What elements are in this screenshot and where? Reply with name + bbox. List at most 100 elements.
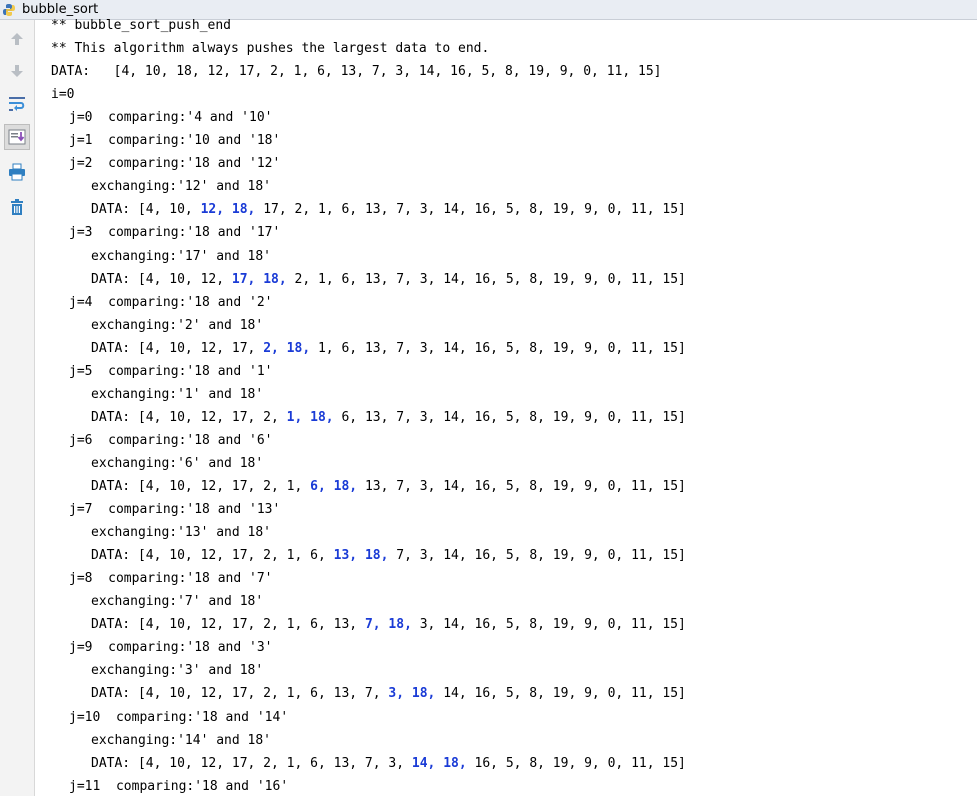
- console-text: 7, 3, 14, 16, 5, 8, 19, 9, 0, 11, 15]: [388, 548, 686, 564]
- swapped-values: 6, 18,: [310, 479, 358, 494]
- swapped-values: 2, 18,: [263, 340, 311, 356]
- swapped-values: 1, 18,: [286, 409, 334, 425]
- console-text: DATA: [4, 10, 12, 17, 2, 1, 6,: [91, 548, 334, 564]
- console-line: ** This algorithm always pushes the larg…: [51, 41, 489, 57]
- clear-all-button[interactable]: [4, 194, 30, 220]
- console-line: DATA: [4, 10, 12, 17, 2, 18, 1, 6, 13, 7…: [91, 341, 686, 357]
- console-line: j=7 comparing:'18 and '13': [69, 502, 280, 518]
- console-text: DATA: [4, 10, 18, 12, 17, 2, 1, 6, 13, 7…: [51, 64, 662, 80]
- console-line: j=0 comparing:'4 and '10': [69, 110, 273, 126]
- console-line: exchanging:'17' and 18': [91, 249, 271, 265]
- console-line: j=5 comparing:'18 and '1': [69, 364, 273, 380]
- console-line: i=0: [51, 87, 74, 103]
- console-text: i=0: [51, 87, 75, 103]
- console-line: j=9 comparing:'18 and '3': [69, 640, 273, 656]
- console-text: exchanging:'3' and 18': [91, 663, 264, 679]
- console-line: DATA: [4, 10, 18, 12, 17, 2, 1, 6, 13, 7…: [51, 64, 661, 80]
- console-text: ** This algorithm always pushes the larg…: [51, 41, 490, 57]
- console-text: 17, 2, 1, 6, 13, 7, 3, 14, 16, 5, 8, 19,…: [255, 202, 686, 218]
- console-text: j=4 comparing:'18 and '2': [69, 294, 273, 310]
- console-line: j=2 comparing:'18 and '12': [69, 156, 280, 172]
- console-text: 14, 16, 5, 8, 19, 9, 0, 11, 15]: [435, 686, 686, 702]
- console-text: 3, 14, 16, 5, 8, 19, 9, 0, 11, 15]: [411, 617, 686, 633]
- console-text: j=6 comparing:'18 and '6': [69, 432, 273, 448]
- soft-wrap-icon: [9, 97, 25, 111]
- console-text: DATA: [4, 10,: [91, 202, 201, 218]
- console-text: ** bubble_sort_push_end: [51, 18, 232, 33]
- console-line: j=11 comparing:'18 and '16': [69, 779, 288, 795]
- console-line: j=4 comparing:'18 and '2': [69, 295, 273, 311]
- console-text: j=0 comparing:'4 and '10': [69, 110, 273, 126]
- console-text: exchanging:'13' and 18': [91, 525, 272, 541]
- console-text: j=5 comparing:'18 and '1': [69, 363, 273, 379]
- console-line: ** bubble_sort_push_end: [51, 18, 231, 34]
- up-arrow-icon: [11, 33, 23, 45]
- console-text: exchanging:'7' and 18': [91, 594, 264, 610]
- console-text: j=8 comparing:'18 and '7': [69, 571, 273, 587]
- window-title: bubble_sort: [22, 2, 99, 17]
- trash-icon: [11, 199, 23, 215]
- swapped-values: 3, 18,: [388, 686, 436, 702]
- console-line: DATA: [4, 10, 12, 17, 2, 1, 6, 18, 13, 7…: [91, 479, 686, 495]
- console-text: exchanging:'1' and 18': [91, 386, 264, 402]
- down-arrow-icon: [11, 65, 23, 77]
- console-text: exchanging:'2' and 18': [91, 317, 264, 333]
- console-text: j=11 comparing:'18 and '16': [69, 778, 289, 794]
- console-text: 16, 5, 8, 19, 9, 0, 11, 15]: [466, 755, 686, 771]
- console-toolbar: [0, 20, 35, 796]
- console-line: DATA: [4, 10, 12, 17, 2, 1, 6, 13, 7, 3,…: [91, 686, 686, 702]
- console-text: j=9 comparing:'18 and '3': [69, 640, 273, 656]
- console-text: 6, 13, 7, 3, 14, 16, 5, 8, 19, 9, 0, 11,…: [333, 409, 686, 425]
- console-line: j=6 comparing:'18 and '6': [69, 433, 273, 449]
- console-text: j=2 comparing:'18 and '12': [69, 156, 281, 172]
- up-arrow-button[interactable]: [4, 26, 30, 52]
- print-icon: [9, 163, 25, 181]
- console-line: DATA: [4, 10, 12, 17, 2, 1, 6, 13, 7, 3,…: [91, 756, 686, 772]
- console-line: DATA: [4, 10, 12, 17, 2, 1, 18, 6, 13, 7…: [91, 410, 686, 426]
- console-text: j=7 comparing:'18 and '13': [69, 502, 281, 518]
- swapped-values: 14, 18,: [411, 755, 467, 771]
- scroll-to-end-button[interactable]: [4, 124, 30, 150]
- console-text: exchanging:'17' and 18': [91, 248, 272, 264]
- console-text: j=1 comparing:'10 and '18': [69, 133, 281, 149]
- swapped-values: 13, 18,: [333, 548, 389, 564]
- console-line: DATA: [4, 10, 12, 17, 2, 1, 6, 13, 7, 18…: [91, 617, 686, 633]
- console-text: 1, 6, 13, 7, 3, 14, 16, 5, 8, 19, 9, 0, …: [310, 340, 686, 356]
- console-text: 2, 1, 6, 13, 7, 3, 14, 16, 5, 8, 19, 9, …: [286, 271, 686, 287]
- console-line: exchanging:'13' and 18': [91, 525, 271, 541]
- console-text: 13, 7, 3, 14, 16, 5, 8, 19, 9, 0, 11, 15…: [357, 479, 686, 494]
- console-line: j=8 comparing:'18 and '7': [69, 571, 273, 587]
- console-line: j=1 comparing:'10 and '18': [69, 133, 280, 149]
- console-line: exchanging:'12' and 18': [91, 179, 271, 195]
- console-line: DATA: [4, 10, 12, 17, 18, 2, 1, 6, 13, 7…: [91, 272, 686, 288]
- swapped-values: 17, 18,: [231, 271, 287, 287]
- console-line: exchanging:'1' and 18': [91, 387, 263, 403]
- print-button[interactable]: [4, 159, 30, 185]
- console-text: exchanging:'12' and 18': [91, 179, 272, 195]
- console-line: DATA: [4, 10, 12, 17, 2, 1, 6, 13, 18, 7…: [91, 548, 686, 564]
- console-line: exchanging:'3' and 18': [91, 663, 263, 679]
- swapped-values: 12, 18,: [200, 202, 256, 218]
- scroll-to-end-icon: [8, 129, 26, 145]
- console-text: j=10 comparing:'18 and '14': [69, 709, 289, 725]
- console-text: exchanging:'14' and 18': [91, 732, 272, 748]
- python-icon: [3, 4, 15, 16]
- console-line: j=3 comparing:'18 and '17': [69, 225, 280, 241]
- console-line: exchanging:'6' and 18': [91, 456, 263, 472]
- console-text: DATA: [4, 10, 12, 17, 2, 1, 6, 13,: [91, 617, 365, 633]
- console-text: DATA: [4, 10, 12, 17, 2, 1, 6, 13, 7, 3,: [91, 755, 412, 771]
- console-text: DATA: [4, 10, 12, 17, 2, 1,: [91, 479, 311, 494]
- console-output[interactable]: ** bubble_sort_push_end ** This algorithm…: [51, 18, 977, 796]
- console-line: exchanging:'7' and 18': [91, 594, 263, 610]
- console-text: DATA: [4, 10, 12, 17, 2, 1, 6, 13, 7,: [91, 686, 389, 702]
- console-line: j=10 comparing:'18 and '14': [69, 710, 288, 726]
- down-arrow-button[interactable]: [4, 58, 30, 84]
- console-text: exchanging:'6' and 18': [91, 455, 264, 471]
- console-text: DATA: [4, 10, 12, 17,: [91, 340, 264, 356]
- console-line: exchanging:'14' and 18': [91, 733, 271, 749]
- soft-wrap-button[interactable]: [4, 91, 30, 117]
- window-titlebar: bubble_sort: [0, 0, 977, 20]
- console-text: DATA: [4, 10, 12, 17, 2,: [91, 409, 287, 425]
- console-line: DATA: [4, 10, 12, 18, 17, 2, 1, 6, 13, 7…: [91, 202, 686, 218]
- console-text: j=3 comparing:'18 and '17': [69, 225, 281, 241]
